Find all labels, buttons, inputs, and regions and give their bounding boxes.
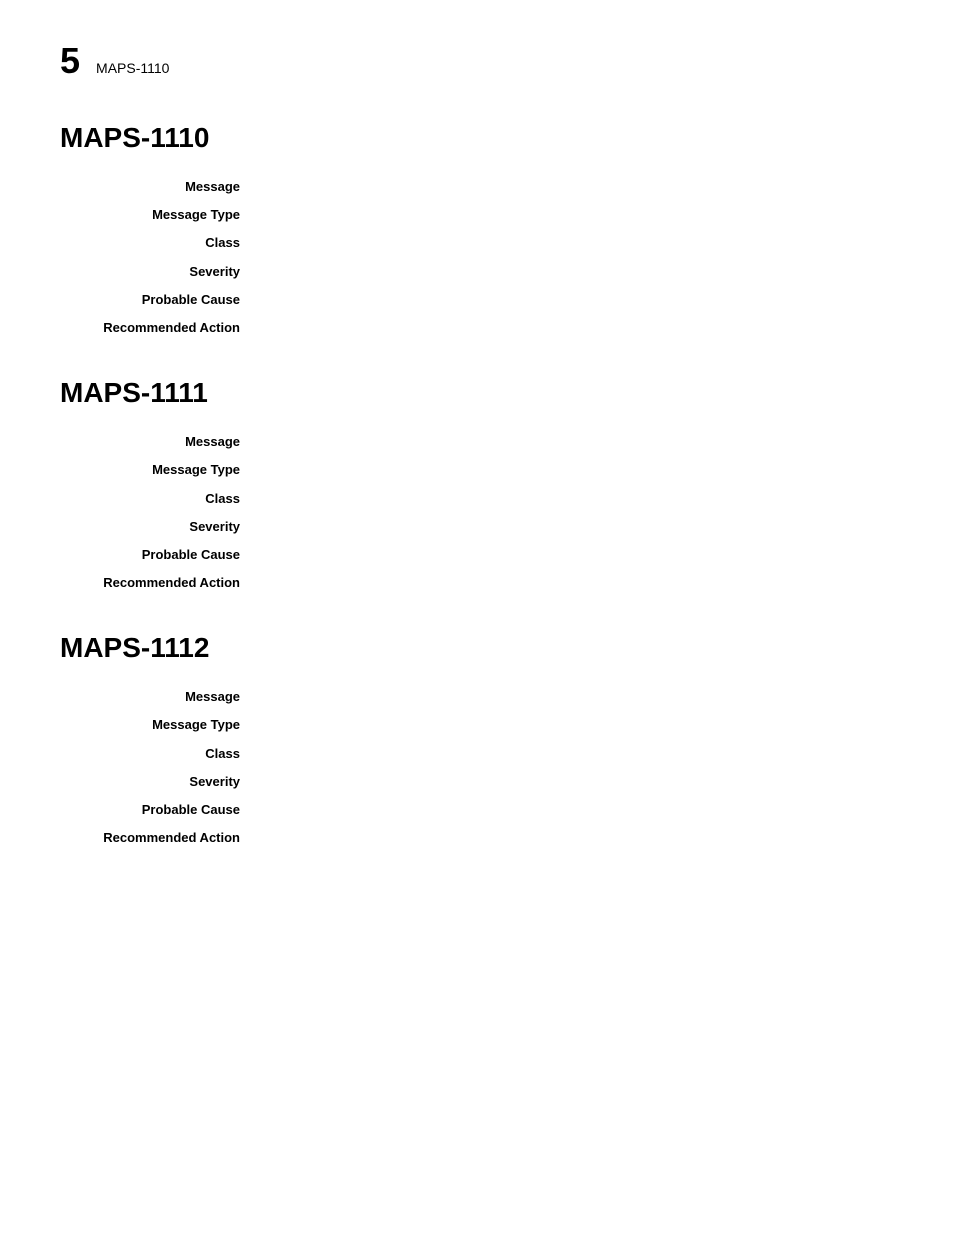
page-number: 5	[60, 40, 80, 82]
field-label: Recommended Action	[60, 829, 260, 847]
field-label: Class	[60, 234, 260, 252]
field-label: Recommended Action	[60, 574, 260, 592]
field-value	[260, 178, 894, 196]
field-value	[260, 291, 894, 309]
field-value	[260, 801, 894, 819]
field-row: Class	[60, 234, 894, 252]
field-row: Probable Cause	[60, 801, 894, 819]
page-header: 5 MAPS-1110	[60, 40, 894, 82]
field-label: Message Type	[60, 716, 260, 734]
field-label: Message Type	[60, 461, 260, 479]
field-label: Message	[60, 688, 260, 706]
field-value	[260, 716, 894, 734]
field-row: Message	[60, 433, 894, 451]
field-row: Recommended Action	[60, 829, 894, 847]
field-label: Recommended Action	[60, 319, 260, 337]
field-row: Severity	[60, 518, 894, 536]
field-value	[260, 546, 894, 564]
field-value	[260, 263, 894, 281]
field-row: Probable Cause	[60, 546, 894, 564]
field-label: Class	[60, 745, 260, 763]
field-row: Severity	[60, 773, 894, 791]
field-row: Message	[60, 178, 894, 196]
field-value	[260, 490, 894, 508]
entry-maps-1111-title: MAPS-1111	[60, 377, 894, 409]
field-value	[260, 319, 894, 337]
field-row: Message Type	[60, 206, 894, 224]
field-row: Probable Cause	[60, 291, 894, 309]
field-value	[260, 206, 894, 224]
field-label: Probable Cause	[60, 801, 260, 819]
field-label: Severity	[60, 773, 260, 791]
field-row: Recommended Action	[60, 319, 894, 337]
field-label: Severity	[60, 263, 260, 281]
field-row: Message Type	[60, 461, 894, 479]
field-label: Probable Cause	[60, 291, 260, 309]
field-value	[260, 829, 894, 847]
entry-maps-1112: MAPS-1112 Message Message Type Class Severit…	[60, 632, 894, 847]
field-row: Class	[60, 490, 894, 508]
field-label: Probable Cause	[60, 546, 260, 564]
field-label: Message Type	[60, 206, 260, 224]
field-value	[260, 688, 894, 706]
field-value	[260, 433, 894, 451]
field-value	[260, 234, 894, 252]
entry-maps-1111: MAPS-1111 Message Message Type Class Severit…	[60, 377, 894, 592]
entry-maps-1110: MAPS-1110 Message Message Type Class Severit…	[60, 122, 894, 337]
field-row: Message	[60, 688, 894, 706]
field-row: Class	[60, 745, 894, 763]
field-label: Severity	[60, 518, 260, 536]
field-row: Severity	[60, 263, 894, 281]
field-value	[260, 461, 894, 479]
field-label: Class	[60, 490, 260, 508]
field-label: Message	[60, 178, 260, 196]
field-row: Message Type	[60, 716, 894, 734]
field-value	[260, 773, 894, 791]
entry-maps-1110-title: MAPS-1110	[60, 122, 894, 154]
page-title-header: MAPS-1110	[96, 60, 169, 76]
field-row: Recommended Action	[60, 574, 894, 592]
field-label: Message	[60, 433, 260, 451]
entry-maps-1112-title: MAPS-1112	[60, 632, 894, 664]
field-value	[260, 574, 894, 592]
field-value	[260, 745, 894, 763]
field-value	[260, 518, 894, 536]
